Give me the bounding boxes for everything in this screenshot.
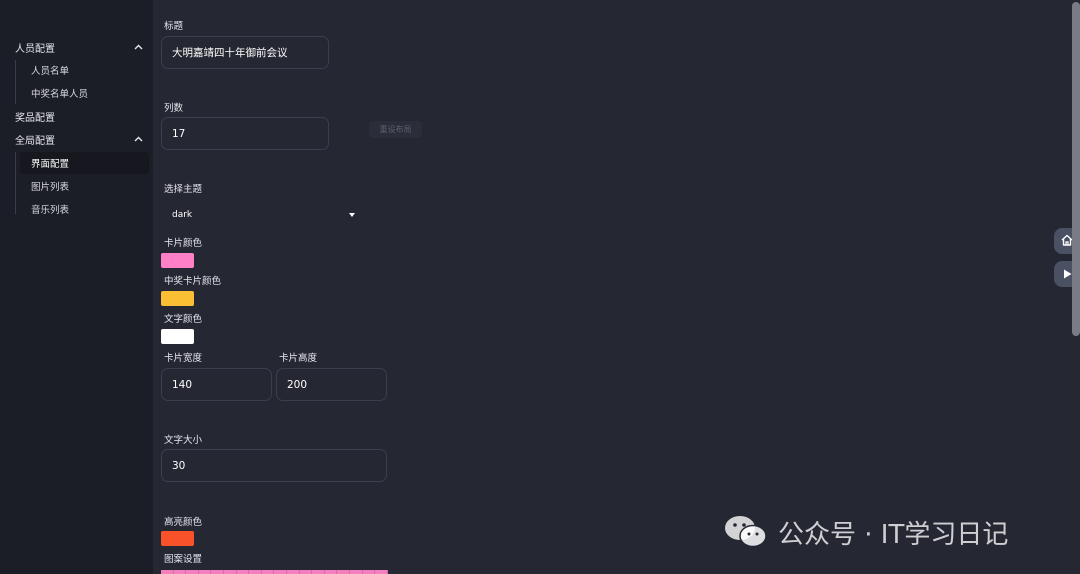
- title-label: 标题: [164, 21, 184, 32]
- pattern-cell[interactable]: [211, 570, 224, 574]
- wechat-icon: [724, 514, 768, 550]
- pattern-cell[interactable]: [375, 570, 388, 574]
- sidebar-item-winner-list[interactable]: 中奖名单人员: [20, 82, 149, 104]
- sidebar-tree-line: [15, 60, 16, 104]
- pattern-cell[interactable]: [362, 570, 376, 574]
- text-color-label: 文字颜色: [164, 314, 203, 325]
- sidebar-item-ui-config[interactable]: 界面配置: [20, 152, 149, 174]
- sidebar-tree-line: [15, 152, 16, 214]
- theme-select[interactable]: dark: [161, 205, 359, 225]
- highlight-color-swatch[interactable]: [161, 531, 194, 546]
- pattern-cell[interactable]: [249, 570, 262, 574]
- pattern-cell[interactable]: [312, 570, 325, 574]
- watermark: 公众号 · IT学习日记: [724, 512, 1008, 552]
- pattern-grid[interactable]: [161, 570, 388, 574]
- highlight-color-label: 高亮颜色: [164, 517, 203, 528]
- pattern-label: 图案设置: [164, 554, 203, 565]
- sidebar-group-global[interactable]: 全局配置: [15, 129, 143, 149]
- sidebar-group-label: 人员配置: [15, 43, 55, 55]
- pattern-cell[interactable]: [261, 570, 275, 574]
- font-size-input[interactable]: [161, 449, 387, 482]
- pattern-cell[interactable]: [349, 570, 363, 574]
- watermark-text: 公众号 · IT学习日记: [778, 519, 1009, 550]
- card-width-label: 卡片宽度: [164, 353, 203, 364]
- chevron-up-icon: [133, 134, 143, 144]
- card-height-label: 卡片高度: [279, 353, 318, 364]
- pattern-cell[interactable]: [274, 570, 287, 574]
- pattern-cell[interactable]: [337, 570, 350, 574]
- scrollbar[interactable]: [1072, 2, 1080, 336]
- columns-input[interactable]: [161, 117, 329, 150]
- theme-label: 选择主题: [164, 184, 203, 195]
- caret-down-icon: [349, 213, 355, 217]
- pattern-cell[interactable]: [161, 570, 174, 574]
- sidebar-item-music-list[interactable]: 音乐列表: [20, 198, 149, 220]
- title-input[interactable]: [161, 36, 329, 69]
- pattern-cell[interactable]: [299, 570, 313, 574]
- sidebar-group-label: 全局配置: [15, 135, 55, 147]
- card-color-label: 卡片颜色: [164, 238, 203, 249]
- card-width-input[interactable]: [161, 368, 272, 401]
- card-color-swatch[interactable]: [161, 253, 194, 268]
- font-size-label: 文字大小: [164, 435, 203, 446]
- sidebar-item-people-list[interactable]: 人员名单: [20, 59, 149, 81]
- sidebar-group-people[interactable]: 人员配置: [15, 37, 143, 57]
- winner-card-color-label: 中奖卡片颜色: [164, 276, 222, 287]
- pattern-cell[interactable]: [198, 570, 212, 574]
- text-color-swatch[interactable]: [161, 329, 194, 344]
- columns-label: 列数: [164, 103, 184, 114]
- sidebar-item-image-list[interactable]: 图片列表: [20, 175, 149, 197]
- pattern-cell[interactable]: [173, 570, 187, 574]
- pattern-cell[interactable]: [236, 570, 250, 574]
- card-height-input[interactable]: [276, 368, 387, 401]
- sidebar-item-prize-config[interactable]: 奖品配置: [15, 106, 55, 126]
- sidebar: 人员配置 人员名单 中奖名单人员 奖品配置 全局配置 界面配置 图片列表 音乐列…: [0, 0, 153, 574]
- pattern-cell[interactable]: [186, 570, 199, 574]
- winner-card-color-swatch[interactable]: [161, 291, 194, 306]
- pattern-cell[interactable]: [324, 570, 338, 574]
- pattern-cell[interactable]: [223, 570, 237, 574]
- chevron-up-icon: [133, 42, 143, 52]
- theme-select-value: dark: [172, 210, 193, 220]
- reset-layout-button[interactable]: 重设布局: [369, 121, 422, 138]
- pattern-cell[interactable]: [286, 570, 300, 574]
